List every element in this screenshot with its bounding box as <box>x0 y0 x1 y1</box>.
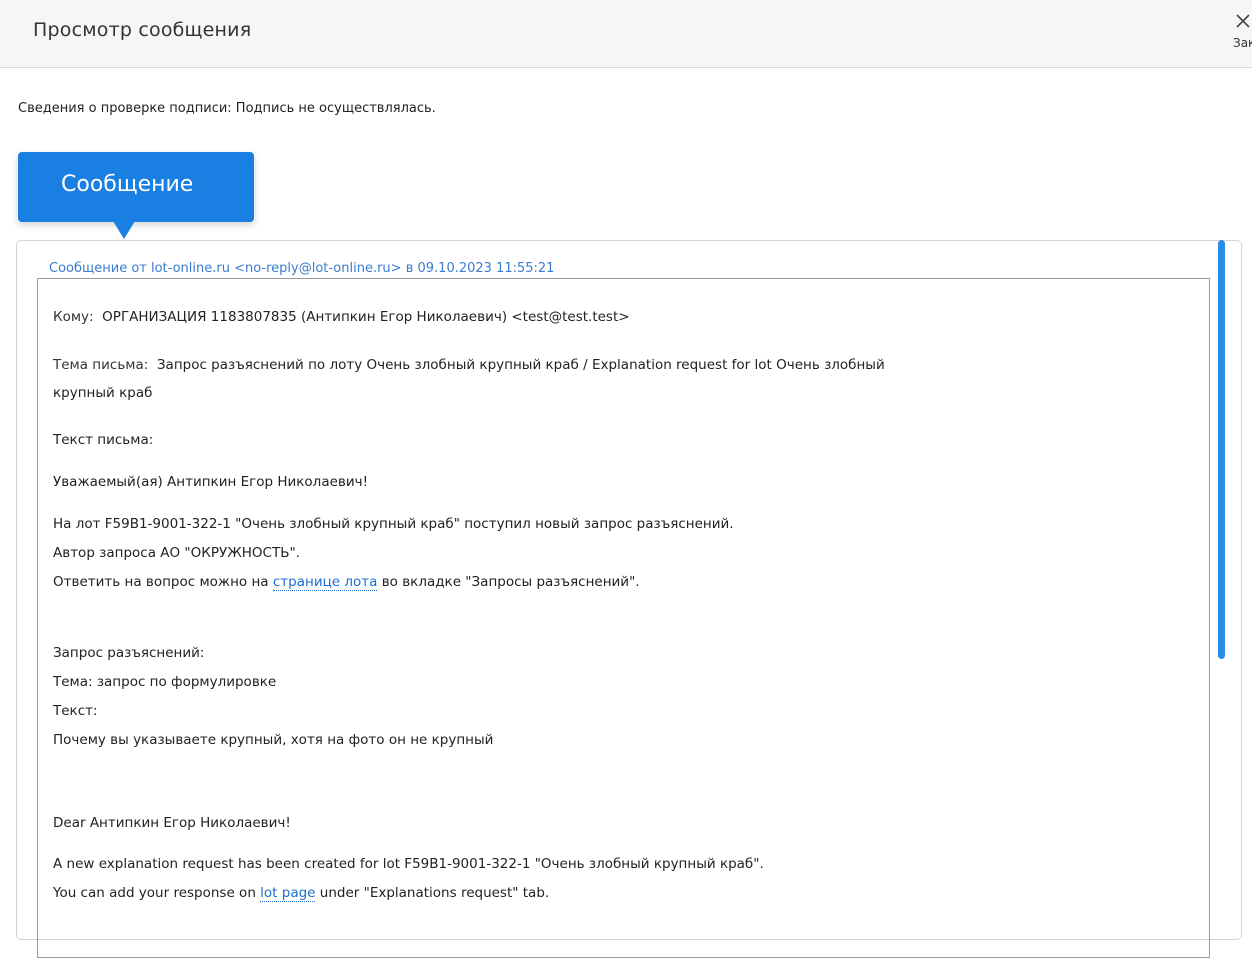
en-line-2-before: You can add your response on <box>53 885 261 901</box>
greeting-en: Dear Антипкин Егор Николаевич! <box>53 815 291 831</box>
ru-line-3-before: Ответить на вопрос можно на <box>53 574 273 590</box>
ru-line-3: Ответить на вопрос можно на странице лот… <box>53 574 640 591</box>
en-line-1: A new explanation request has been creat… <box>53 856 764 872</box>
dialog-title: Просмотр сообщения <box>33 19 252 41</box>
en-line-2: You can add your response on lot page un… <box>53 885 550 902</box>
ru-line-2: Автор запроса АО "ОКРУЖНОСТЬ". <box>53 545 300 561</box>
subject-value-cont: крупный краб <box>53 385 153 401</box>
request-header: Запрос разъяснений: <box>53 645 205 661</box>
to-value: ОРГАНИЗАЦИЯ 1183807835 (Антипкин Егор Ни… <box>102 309 630 325</box>
request-topic: Тема: запрос по формулировке <box>53 674 277 690</box>
to-label: Кому: <box>53 309 94 325</box>
to-row: Кому: ОРГАНИЗАЦИЯ 1183807835 (Антипкин Е… <box>53 309 630 325</box>
request-text: Почему вы указываете крупный, хотя на фо… <box>53 732 494 748</box>
subject-value: Запрос разъяснений по лоту Очень злобный… <box>156 357 885 373</box>
close-button[interactable]: Закрыть <box>1232 12 1252 62</box>
dialog-header: Просмотр сообщения <box>0 0 1252 68</box>
greeting-ru: Уважаемый(ая) Антипкин Егор Николаевич! <box>53 474 369 490</box>
request-text-label: Текст: <box>53 703 98 719</box>
message-legend: Сообщение от lot-online.ru <no-reply@lot… <box>47 261 557 276</box>
signature-info: Сведения о проверке подписи: Подпись не … <box>18 101 436 116</box>
ru-line-3-after: во вкладке "Запросы разъяснений". <box>377 574 640 590</box>
subject-label: Тема письма: <box>53 357 149 373</box>
tab-pointer <box>113 221 135 239</box>
body-label: Текст письма: <box>53 432 154 448</box>
subject-row: Тема письма: Запрос разъяснений по лоту … <box>53 357 885 373</box>
lot-page-link-en[interactable]: lot page <box>260 885 316 902</box>
en-line-2-after: under "Explanations request" tab. <box>315 885 550 901</box>
lot-page-link-ru[interactable]: странице лота <box>272 574 378 591</box>
tab-message[interactable]: Сообщение <box>18 152 254 222</box>
close-icon[interactable] <box>1236 14 1250 28</box>
close-label[interactable]: Закрыть <box>1233 36 1252 50</box>
tab-message-label: Сообщение <box>61 172 194 197</box>
scrollbar[interactable] <box>1218 240 1225 659</box>
ru-line-1: На лот F59B1-9001-322-1 "Очень злобный к… <box>53 516 734 532</box>
